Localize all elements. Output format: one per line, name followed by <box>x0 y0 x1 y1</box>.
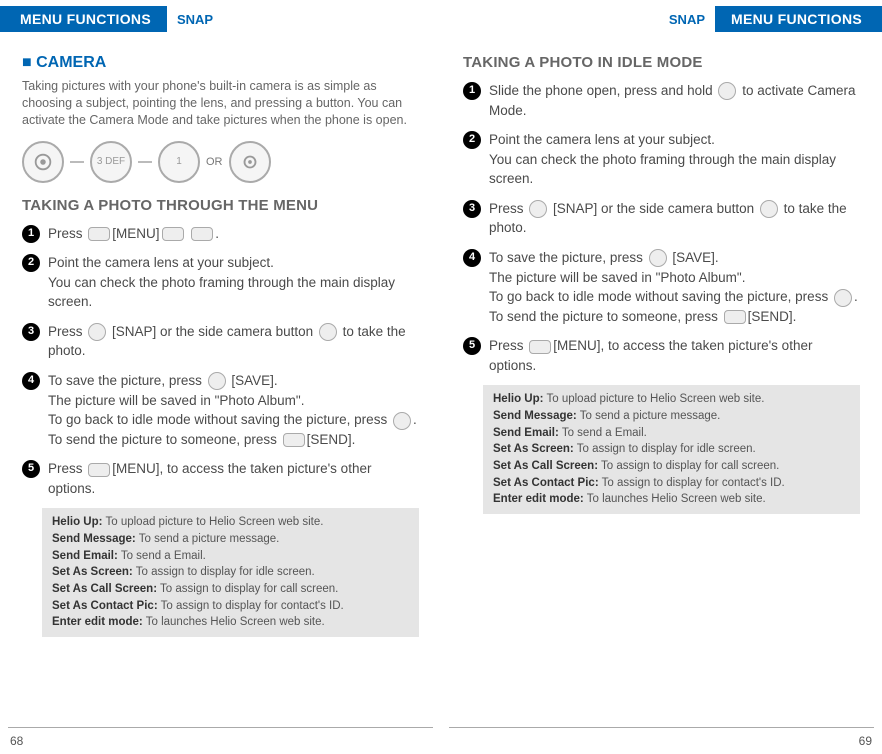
send-key-icon <box>724 310 746 324</box>
footer-rule <box>8 727 433 728</box>
page-left: MENU FUNCTIONS SNAP ■ CAMERA Taking pict… <box>0 0 441 754</box>
page-right: SNAP MENU FUNCTIONS TAKING A PHOTO IN ID… <box>441 0 882 754</box>
step-text: Press [MENU] . <box>48 224 419 244</box>
ok-key-icon <box>22 141 64 183</box>
connector-icon <box>70 161 84 163</box>
options-box-right: Helio Up: To upload picture to Helio Scr… <box>483 385 860 514</box>
step-text: Point the camera lens at your subject.Yo… <box>48 253 419 312</box>
camera-key-icon <box>529 200 547 218</box>
step-number: 5 <box>463 337 481 355</box>
button-sequence: 3 DEF 1 OR <box>22 141 419 183</box>
step-number: 1 <box>463 82 481 100</box>
footer-rule <box>449 727 874 728</box>
camera-key-icon <box>208 372 226 390</box>
side-camera-icon <box>229 141 271 183</box>
step-number: 1 <box>22 225 40 243</box>
side-camera-icon <box>760 200 778 218</box>
step-text: Press [MENU], to access the taken pictur… <box>489 336 860 375</box>
camera-key-icon <box>649 249 667 267</box>
key-icon <box>162 227 184 241</box>
key-icon <box>191 227 213 241</box>
page-number: 69 <box>859 734 872 748</box>
snap-label: SNAP <box>669 12 705 27</box>
back-key-icon <box>393 412 411 430</box>
menu-functions-tab: MENU FUNCTIONS <box>715 6 882 32</box>
step-text: Press [SNAP] or the side camera button t… <box>489 199 860 238</box>
step-text: Press [MENU], to access the taken pictur… <box>48 459 419 498</box>
steps-right: 1 Slide the phone open, press and hold t… <box>463 81 860 375</box>
step-number: 3 <box>463 200 481 218</box>
step-number: 5 <box>22 460 40 478</box>
back-key-icon <box>834 289 852 307</box>
camera-key-icon <box>88 323 106 341</box>
step-number: 3 <box>22 323 40 341</box>
step-text: To save the picture, press [SAVE].The pi… <box>489 248 860 326</box>
header-right: SNAP MENU FUNCTIONS <box>463 6 882 32</box>
subheading-menu: TAKING A PHOTO THROUGH THE MENU <box>22 197 419 214</box>
step-text: Point the camera lens at your subject.Yo… <box>489 130 860 189</box>
header-left: MENU FUNCTIONS SNAP <box>0 6 419 32</box>
or-label: OR <box>206 156 223 168</box>
side-camera-icon <box>718 82 736 100</box>
ok-key-icon <box>88 463 110 477</box>
side-camera-icon <box>319 323 337 341</box>
menu-functions-tab: MENU FUNCTIONS <box>0 6 167 32</box>
send-key-icon <box>283 433 305 447</box>
step-number: 2 <box>463 131 481 149</box>
step-number: 4 <box>22 372 40 390</box>
ok-key-icon <box>529 340 551 354</box>
page-number: 68 <box>10 734 23 748</box>
ok-key-icon <box>88 227 110 241</box>
step-number: 2 <box>22 254 40 272</box>
steps-left: 1 Press [MENU] . 2 Point the camera lens… <box>22 224 419 499</box>
intro-text: Taking pictures with your phone's built-… <box>22 78 419 129</box>
step-text: Press [SNAP] or the side camera button t… <box>48 322 419 361</box>
key-1-icon: 1 <box>158 141 200 183</box>
step-number: 4 <box>463 249 481 267</box>
key-3-icon: 3 DEF <box>90 141 132 183</box>
step-text: To save the picture, press [SAVE].The pi… <box>48 371 419 449</box>
snap-label: SNAP <box>177 12 213 27</box>
connector-icon <box>138 161 152 163</box>
step-text: Slide the phone open, press and hold to … <box>489 81 860 120</box>
section-camera: ■ CAMERA <box>22 54 419 72</box>
subheading-idle: TAKING A PHOTO IN IDLE MODE <box>463 54 860 71</box>
options-box-left: Helio Up: To upload picture to Helio Scr… <box>42 508 419 637</box>
